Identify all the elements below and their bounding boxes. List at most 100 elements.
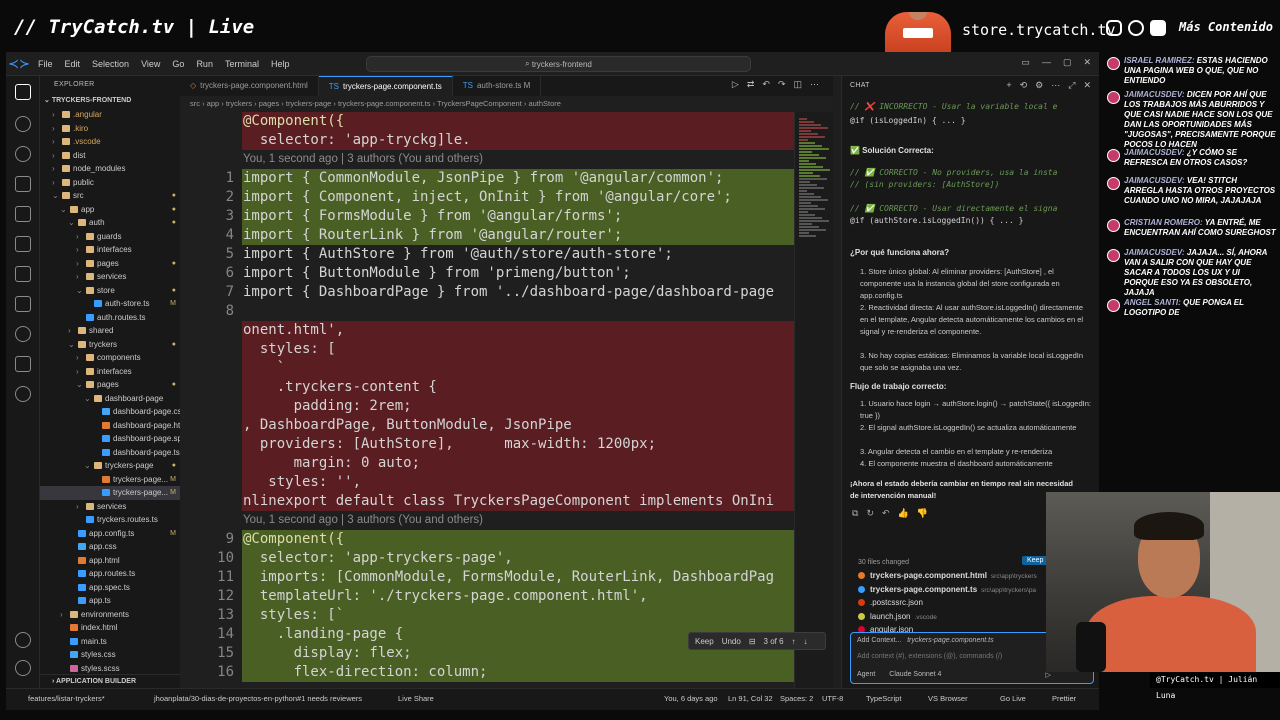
tree-item[interactable]: tryckers.routes.ts	[40, 513, 180, 527]
code-line[interactable]: 9 @Component({	[180, 530, 794, 549]
live-share-status[interactable]: Live Share	[398, 694, 434, 703]
tree-item[interactable]: dashboard-page.css	[40, 405, 180, 419]
code-line[interactable]: 13 styles: [`	[180, 606, 794, 625]
tree-item[interactable]: › pages ●	[40, 257, 180, 271]
tab-auth-store[interactable]: TS auth-store.ts M	[453, 76, 542, 96]
tree-item[interactable]: main.ts	[40, 635, 180, 649]
source-control-icon[interactable]	[15, 176, 31, 192]
close-icon[interactable]: ✕	[1083, 57, 1091, 68]
minimize-icon[interactable]: —	[1042, 57, 1051, 68]
code-line[interactable]: 6 import { ButtonModule } from 'primeng/b…	[180, 264, 794, 283]
code-line[interactable]: 7 import { DashboardPage } from '../dashb…	[180, 283, 794, 302]
tree-item[interactable]: ⌄ tryckers-page ●	[40, 459, 180, 473]
tree-item[interactable]: ⌄ app ●	[40, 203, 180, 217]
split-editor-icon[interactable]: ◫	[793, 79, 802, 90]
menu-view[interactable]: View	[135, 59, 166, 69]
send-icon[interactable]: ▷	[1045, 671, 1050, 679]
tree-item[interactable]: styles.scss	[40, 662, 180, 676]
maximize-chat-icon[interactable]: ⤢	[1068, 80, 1075, 91]
thumbs-down-icon[interactable]: 👎	[917, 508, 928, 519]
tree-item[interactable]: ⌄ auth ●	[40, 216, 180, 230]
menu-run[interactable]: Run	[190, 59, 219, 69]
project-root[interactable]: ⌄ TRYCKERS-FRONTEND	[40, 94, 180, 108]
settings-gear-icon[interactable]	[15, 660, 31, 676]
compare-icon[interactable]: ⇄	[747, 79, 755, 90]
tree-item[interactable]: app.routes.ts	[40, 567, 180, 581]
more-actions-icon[interactable]: ⋯	[810, 79, 819, 90]
tree-item[interactable]: ⌄ dashboard-page	[40, 392, 180, 406]
tree-item[interactable]: tryckers-page... M	[40, 473, 180, 487]
menu-help[interactable]: Help	[265, 59, 296, 69]
next-change-icon[interactable]: ↓	[804, 637, 808, 646]
new-chat-icon[interactable]: +	[1006, 80, 1011, 91]
layout-icon[interactable]: ▭	[1021, 57, 1030, 68]
code-view[interactable]: @Component({ selector: 'app-tryckg]le. Yo…	[180, 112, 794, 688]
tree-item[interactable]: dashboard-page.ht...	[40, 419, 180, 433]
changed-file-item[interactable]: tryckers-page.component.html src\app\tryc…	[858, 571, 1037, 580]
code-line[interactable]: 11 imports: [CommonModule, FormsModule, …	[180, 568, 794, 587]
code-line[interactable]: `	[180, 359, 794, 378]
minimap[interactable]	[794, 112, 833, 688]
tree-item[interactable]: › node_modules	[40, 162, 180, 176]
tree-item[interactable]: ⌄ pages ●	[40, 378, 180, 392]
code-line[interactable]: margin: 0 auto;	[180, 454, 794, 473]
chat-input-placeholder[interactable]: Add context (#), extensions (@), command…	[857, 653, 1002, 660]
menu-terminal[interactable]: Terminal	[219, 59, 265, 69]
tree-item[interactable]: › public	[40, 176, 180, 190]
tree-item[interactable]: ⌄ tryckers ●	[40, 338, 180, 352]
tree-item[interactable]: auth-store.ts M	[40, 297, 180, 311]
code-line[interactable]: 5 import { AuthStore } from '@auth/store/…	[180, 245, 794, 264]
tab-tryckers-ts[interactable]: TS tryckers-page.component.ts	[318, 76, 453, 96]
tree-item[interactable]: app.css	[40, 540, 180, 554]
prev-change-icon[interactable]: ↑	[792, 637, 796, 646]
tree-item[interactable]: › interfaces	[40, 365, 180, 379]
tree-item[interactable]: styles.css	[40, 648, 180, 662]
code-line[interactable]: styles: '',	[180, 473, 794, 492]
tree-item[interactable]: › dist	[40, 149, 180, 163]
code-line[interactable]: selector: 'app-tryckg]le.	[180, 131, 794, 150]
tree-item[interactable]: dashboard-page.ts	[40, 446, 180, 460]
code-line[interactable]: styles: [	[180, 340, 794, 359]
prettier-status[interactable]: Prettier	[1052, 694, 1076, 703]
code-line[interactable]: , DashboardPage, ButtonModule, JsonPipe	[180, 416, 794, 435]
forward-icon[interactable]: ↷	[778, 79, 786, 90]
keep-all-button[interactable]: Keep	[1022, 556, 1049, 565]
files-changed-count[interactable]: 30 files changed	[858, 559, 909, 566]
code-line[interactable]: providers: [AuthStore], max-width: 1200p…	[180, 435, 794, 454]
copilot-icon[interactable]	[15, 356, 31, 372]
account-sync-icon[interactable]	[15, 116, 31, 132]
vs-browser-status[interactable]: VS Browser	[928, 694, 968, 703]
code-line[interactable]: You, 1 second ago | 3 authors (You and o…	[180, 511, 794, 530]
changed-file-item[interactable]: .postcssrc.json	[858, 598, 923, 607]
menu-file[interactable]: File	[32, 59, 59, 69]
mode-select[interactable]: Agent	[857, 671, 875, 679]
history-icon[interactable]: ⟲	[1020, 80, 1028, 91]
encoding-status[interactable]: UTF-8	[822, 694, 843, 703]
docker-icon[interactable]	[15, 326, 31, 342]
diff-icon[interactable]: ⊟	[749, 637, 756, 646]
remote-explorer-icon[interactable]	[15, 296, 31, 312]
code-line[interactable]: You, 1 second ago | 3 authors (You and o…	[180, 150, 794, 169]
tab-tryckers-html[interactable]: ◇ tryckers-page.component.html	[180, 76, 319, 96]
branch-status[interactable]: features/listar-tryckers*	[28, 694, 105, 703]
tree-item[interactable]: app.spec.ts	[40, 581, 180, 595]
code-line[interactable]: 10 selector: 'app-tryckers-page',	[180, 549, 794, 568]
tree-item[interactable]: › guards	[40, 230, 180, 244]
tree-item[interactable]: › environments	[40, 608, 180, 622]
angular-icon[interactable]	[15, 386, 31, 402]
maximize-icon[interactable]: ▢	[1063, 57, 1072, 68]
git-blame-status[interactable]: You, 6 days ago	[664, 694, 718, 703]
testing-icon[interactable]	[15, 236, 31, 252]
command-center[interactable]: ⌕ tryckers-frontend	[366, 56, 751, 72]
search-icon[interactable]	[15, 146, 31, 162]
tree-item[interactable]: auth.routes.ts	[40, 311, 180, 325]
tree-item[interactable]: app.config.ts M	[40, 527, 180, 541]
tree-item[interactable]: › shared	[40, 324, 180, 338]
pr-status[interactable]: jhoanplata/30-dias-de-proyectos-en-pytho…	[154, 694, 362, 703]
code-line[interactable]: 8	[180, 302, 794, 321]
menu-go[interactable]: Go	[166, 59, 190, 69]
copy-icon[interactable]: ⧉	[852, 508, 858, 519]
extensions-icon[interactable]	[15, 266, 31, 282]
go-live-status[interactable]: Go Live	[1000, 694, 1026, 703]
run-debug-icon[interactable]	[15, 206, 31, 222]
